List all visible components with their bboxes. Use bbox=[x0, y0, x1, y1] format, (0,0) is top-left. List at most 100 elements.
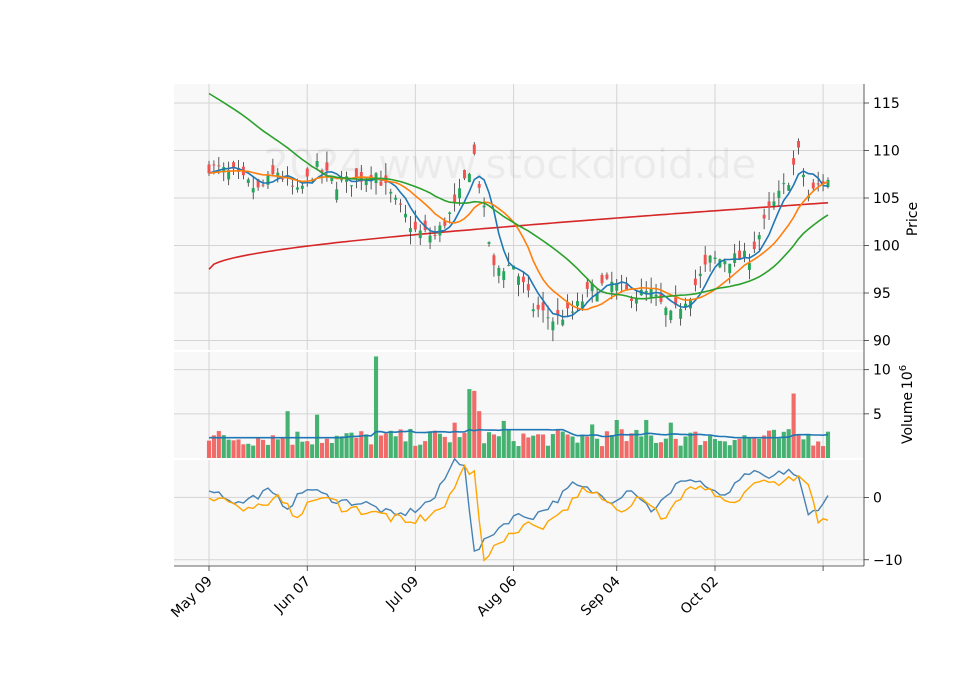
volume-bar bbox=[821, 446, 826, 458]
price-panel-bg bbox=[174, 84, 864, 350]
y-tick-label: 10 bbox=[873, 363, 891, 379]
volume-bar bbox=[683, 436, 688, 458]
candle-body bbox=[738, 250, 742, 260]
volume-bar bbox=[383, 433, 388, 458]
candle-body bbox=[492, 255, 496, 266]
volume-bar bbox=[786, 429, 791, 458]
volume-bar bbox=[236, 439, 241, 458]
volume-bar bbox=[467, 389, 472, 458]
candle-body bbox=[747, 263, 751, 270]
volume-bar bbox=[491, 434, 496, 458]
volume-bar bbox=[231, 440, 236, 458]
volume-bar bbox=[752, 436, 757, 458]
volume-bar bbox=[526, 437, 531, 458]
candle-body bbox=[251, 188, 255, 193]
volume-bar bbox=[653, 443, 659, 458]
candle-body bbox=[600, 274, 604, 284]
volume-bar bbox=[599, 446, 605, 458]
candle-body bbox=[644, 290, 648, 293]
watermark: 2024 www.stockdroid.de bbox=[264, 142, 757, 188]
volume-bar bbox=[437, 433, 442, 458]
volume-bar bbox=[629, 433, 634, 458]
volume-bar bbox=[575, 442, 580, 458]
volume-bar bbox=[541, 434, 546, 458]
candle-body bbox=[541, 302, 545, 311]
volume-axis-label: Volume bbox=[900, 392, 916, 444]
volume-bar bbox=[501, 420, 506, 458]
volume-bar bbox=[693, 431, 698, 458]
candle-body bbox=[472, 144, 476, 154]
candle-body bbox=[526, 284, 530, 291]
candle-body bbox=[693, 278, 697, 286]
x-tick-label: Jul 09 bbox=[382, 574, 422, 614]
volume-bar bbox=[536, 434, 541, 458]
candle-body bbox=[271, 165, 275, 174]
volume-bar bbox=[673, 438, 678, 458]
candle-body bbox=[811, 182, 815, 189]
volume-bar bbox=[221, 435, 226, 458]
y-tick-label: 100 bbox=[873, 239, 900, 255]
volume-bar bbox=[482, 443, 487, 458]
candle-body bbox=[305, 168, 309, 177]
candle-body bbox=[752, 241, 756, 250]
volume-bar bbox=[678, 445, 683, 458]
volume-bar bbox=[658, 442, 664, 458]
candle-body bbox=[295, 187, 299, 190]
volume-bar bbox=[457, 437, 462, 458]
candle-body bbox=[413, 221, 417, 230]
volume-bar bbox=[624, 441, 629, 458]
x-tick-label: Oct 02 bbox=[678, 574, 722, 618]
volume-bar bbox=[717, 440, 722, 458]
volume-bar bbox=[531, 435, 536, 458]
volume-bar bbox=[609, 434, 614, 458]
volume-bar bbox=[747, 437, 752, 458]
volume-bar bbox=[477, 411, 482, 458]
candle-body bbox=[507, 264, 511, 266]
volume-bar bbox=[403, 441, 408, 458]
volume-bar bbox=[496, 436, 501, 458]
volume-bar bbox=[565, 434, 570, 458]
volume-bar bbox=[737, 438, 742, 458]
volume-bar bbox=[516, 446, 521, 458]
volume-bar bbox=[241, 444, 246, 458]
candle-body bbox=[404, 213, 407, 218]
volume-bar bbox=[801, 439, 806, 458]
volume-bar bbox=[511, 441, 516, 458]
volume-bar bbox=[649, 435, 654, 458]
candle-body bbox=[300, 185, 304, 189]
candle-body bbox=[467, 173, 471, 183]
volume-bar bbox=[816, 441, 821, 458]
volume-bar bbox=[580, 435, 585, 458]
candle-body bbox=[728, 263, 732, 274]
volume-bar bbox=[757, 438, 762, 458]
candle-body bbox=[723, 260, 727, 265]
volume-bar bbox=[614, 420, 619, 458]
volume-bar bbox=[280, 438, 285, 458]
candle-body bbox=[536, 304, 540, 310]
volume-bar bbox=[339, 436, 344, 458]
volume-bar bbox=[393, 436, 398, 458]
candle-body bbox=[531, 309, 535, 312]
volume-bar bbox=[300, 441, 305, 458]
volume-bar bbox=[369, 444, 374, 458]
volume-bar bbox=[570, 436, 575, 458]
candle-body bbox=[502, 271, 506, 281]
volume-bar bbox=[388, 430, 393, 458]
volume-bar bbox=[319, 442, 325, 458]
volume-bar bbox=[256, 438, 261, 458]
candle-body bbox=[433, 235, 437, 237]
volume-bar bbox=[373, 356, 379, 458]
volume-exponent-base: 10 bbox=[900, 371, 916, 389]
candle-body bbox=[408, 228, 412, 233]
candle-body bbox=[801, 174, 805, 178]
candle-body bbox=[743, 250, 746, 257]
volume-bar bbox=[423, 441, 428, 458]
volume-bar bbox=[251, 445, 256, 458]
volume-bar bbox=[791, 393, 796, 458]
candle-body bbox=[497, 267, 501, 276]
candle-body bbox=[281, 178, 285, 180]
candle-body bbox=[517, 276, 520, 285]
volume-bar bbox=[324, 438, 329, 458]
volume-bar bbox=[295, 431, 300, 458]
price-axis-label: Price bbox=[905, 202, 921, 236]
